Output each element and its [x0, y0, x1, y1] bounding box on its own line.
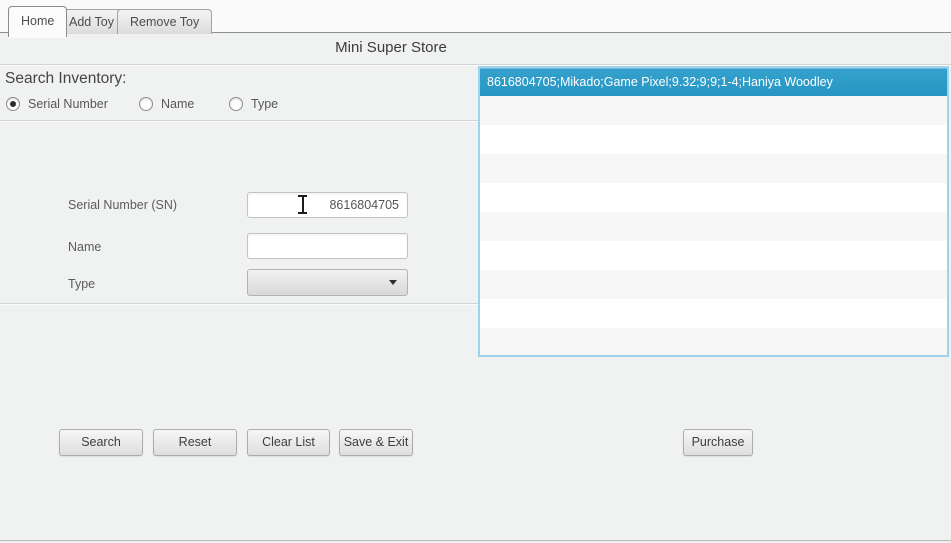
- page-title: Mini Super Store: [0, 34, 782, 64]
- purchase-button[interactable]: Purchase: [683, 429, 753, 456]
- serial-number-input[interactable]: [247, 192, 408, 218]
- radio-name[interactable]: Name: [139, 94, 194, 114]
- radio-unselected-icon: [139, 97, 153, 111]
- radio-label: Name: [161, 97, 194, 111]
- chevron-down-icon: [389, 280, 397, 285]
- list-empty-rows: [480, 96, 947, 355]
- radio-label: Type: [251, 97, 278, 111]
- title-divider: [0, 64, 951, 65]
- radio-selected-icon: [6, 97, 20, 111]
- tab-remove-toy[interactable]: Remove Toy: [117, 9, 212, 34]
- type-label: Type: [68, 277, 95, 291]
- app-window: Home Add Toy Remove Toy Mini Super Store…: [0, 0, 951, 543]
- radio-type[interactable]: Type: [229, 94, 278, 114]
- search-button[interactable]: Search: [59, 429, 143, 456]
- tab-bar: Home Add Toy Remove Toy: [0, 0, 951, 33]
- clear-list-button[interactable]: Clear List: [247, 429, 330, 456]
- name-label: Name: [68, 240, 101, 254]
- search-mode-radio-group: Serial Number Name Type: [0, 94, 470, 116]
- window-bottom-edge: [0, 540, 951, 541]
- list-item-selected[interactable]: 8616804705;Mikado;Game Pixel;9.32;9;9;1-…: [480, 68, 947, 96]
- inventory-list[interactable]: 8616804705;Mikado;Game Pixel;9.32;9;9;1-…: [478, 66, 949, 357]
- type-dropdown[interactable]: [247, 269, 408, 296]
- reset-button[interactable]: Reset: [153, 429, 237, 456]
- radio-unselected-icon: [229, 97, 243, 111]
- save-exit-button[interactable]: Save & Exit: [339, 429, 413, 456]
- name-input[interactable]: [247, 233, 408, 259]
- serial-number-label: Serial Number (SN): [68, 198, 177, 212]
- radio-serial-number[interactable]: Serial Number: [6, 94, 108, 114]
- section-divider: [0, 303, 478, 304]
- search-inventory-heading: Search Inventory:: [5, 70, 126, 88]
- section-divider: [0, 120, 478, 121]
- radio-label: Serial Number: [28, 97, 108, 111]
- tab-home[interactable]: Home: [8, 6, 67, 37]
